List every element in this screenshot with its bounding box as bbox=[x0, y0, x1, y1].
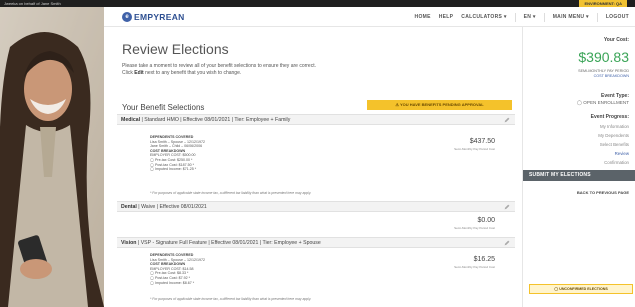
medical-details: | Standard HMO | Effective 08/01/2021 | … bbox=[140, 117, 291, 123]
progress-step-review[interactable]: Review bbox=[615, 151, 629, 156]
page-title: Review Elections bbox=[122, 41, 229, 57]
environment-bar: Jweeka on behalf of Jane Smith ENVIRONME… bbox=[0, 0, 635, 7]
cost-title: COST BREAKDOWN bbox=[150, 262, 186, 267]
hero-photo bbox=[0, 7, 104, 307]
main-content: e EMPYREAN HOME HELP CALCULATORS ▾ EN ▾ … bbox=[104, 7, 635, 307]
vision-body: DEPENDENTS COVERED Lisa Smith – Spouse –… bbox=[117, 249, 515, 307]
cost-period: SEMI-MONTHLY PAY PERIOD bbox=[578, 69, 629, 73]
medical-title: Medical bbox=[121, 117, 141, 123]
dental-price-period: Semi-Monthly Pay Period Cost bbox=[454, 226, 495, 230]
nav-menu: HOME HELP CALCULATORS ▾ EN ▾ MAIN MENU ▾… bbox=[407, 7, 629, 27]
empyrean-logo[interactable]: e EMPYREAN bbox=[122, 12, 185, 22]
nav-main-menu[interactable]: MAIN MENU ▾ bbox=[553, 14, 589, 20]
dental-body: $0.00 Semi-Monthly Pay Period Cost bbox=[117, 213, 515, 235]
medical-header: Medical | Standard HMO | Effective 08/01… bbox=[117, 114, 515, 125]
dependent-row: Lisa Smith – Spouse – 12/12/1972 bbox=[150, 257, 205, 262]
logo-mark-icon: e bbox=[122, 12, 132, 22]
summary-sidebar: Your Cost: $390.83 SEMI-MONTHLY PAY PERI… bbox=[522, 27, 635, 307]
progress-step-my-dependents[interactable]: My Dependents bbox=[598, 133, 629, 138]
nav-logout[interactable]: LOGOUT bbox=[606, 14, 629, 20]
nav-help[interactable]: HELP bbox=[439, 14, 454, 20]
nav-divider bbox=[543, 12, 545, 22]
event-type-value: ◯ OPEN ENROLLMENT bbox=[576, 100, 629, 105]
medical-dependents: DEPENDENTS COVERED Lisa Smith – Spouse –… bbox=[150, 135, 205, 172]
dental-header: Dental | Waive | Effective 08/01/2021 bbox=[117, 201, 515, 212]
your-cost-label: Your Cost: bbox=[603, 37, 629, 43]
logo-text: EMPYREAN bbox=[134, 12, 185, 22]
progress-step-select-benefits[interactable]: Select Benefits bbox=[600, 142, 629, 147]
your-cost-value: $390.83 bbox=[578, 49, 629, 65]
back-to-previous-page-link[interactable]: BACK TO PREVIOUS PAGE bbox=[577, 190, 629, 195]
event-type-label: Event Type: bbox=[601, 93, 629, 99]
nav-language[interactable]: EN ▾ bbox=[524, 14, 536, 20]
dental-title: Dental bbox=[121, 204, 137, 210]
dental-details: | Waive | Effective 08/01/2021 bbox=[136, 204, 207, 210]
vision-details: | VSP - Signature Full Feature | Effecti… bbox=[136, 240, 321, 246]
dental-price: $0.00 bbox=[477, 217, 495, 224]
dependents-title: DEPENDENTS COVERED bbox=[150, 253, 194, 257]
pencil-edit-icon[interactable] bbox=[504, 240, 510, 246]
pencil-edit-icon[interactable] bbox=[504, 204, 510, 210]
submit-elections-button[interactable]: SUBMIT MY ELECTIONS bbox=[523, 170, 635, 181]
pencil-edit-icon[interactable] bbox=[504, 117, 510, 123]
cost-row: ◯ Pre-tax Cost: $8.33 * bbox=[150, 271, 189, 276]
vision-price-period: Semi-Monthly Pay Period Cost bbox=[454, 265, 495, 269]
intro-edit-word: Edit bbox=[134, 69, 144, 76]
medical-price: $437.50 bbox=[469, 138, 495, 145]
intro-pre: Click bbox=[122, 69, 133, 76]
proxy-note: Jweeka on behalf of Jane Smith bbox=[4, 1, 61, 6]
cost-row: EMPLOYER COST: $500.00 bbox=[150, 153, 196, 158]
vision-price: $16.25 bbox=[473, 256, 495, 263]
woman-with-phone-image bbox=[0, 7, 104, 307]
medical-body: DEPENDENTS COVERED Lisa Smith – Spouse –… bbox=[117, 130, 515, 198]
selections-heading: Your Benefit Selections bbox=[122, 103, 205, 112]
event-progress-label: Event Progress: bbox=[590, 114, 629, 120]
environment-badge: ENVIRONMENT: QA bbox=[579, 0, 627, 7]
cost-row: ◯ Imputed Income: $71.25 * bbox=[150, 167, 197, 172]
nav-calculators[interactable]: CALCULATORS ▾ bbox=[461, 14, 506, 20]
medical-footnote: * For purposes of applicable state incom… bbox=[150, 191, 312, 195]
cost-row: ◯ Post-tax Cost: $187.50 * bbox=[150, 162, 194, 167]
unconfirmed-elections-badge: ◯ UNCONFIRMED ELECTIONS bbox=[529, 284, 633, 294]
nav-divider bbox=[514, 12, 516, 22]
nav-home[interactable]: HOME bbox=[415, 14, 431, 20]
intro-line-2: Click Edit next to any benefit that you … bbox=[122, 70, 382, 77]
cost-row: ◯ Imputed Income: $8.67 * bbox=[150, 280, 195, 285]
top-navigation: e EMPYREAN HOME HELP CALCULATORS ▾ EN ▾ … bbox=[104, 7, 635, 27]
medical-price-period: Semi-Monthly Pay Period Cost bbox=[454, 147, 495, 151]
progress-step-my-information[interactable]: My Information bbox=[600, 124, 629, 129]
page-intro: Please take a moment to review all of yo… bbox=[122, 63, 382, 76]
nav-divider bbox=[596, 12, 598, 22]
vision-header: Vision | VSP - Signature Full Feature | … bbox=[117, 237, 515, 248]
dependent-row: Jane Smith – Child – 06/06/2006 bbox=[150, 144, 203, 149]
cost-row: ◯ Pre-tax Cost: $250.00 * bbox=[150, 157, 193, 162]
progress-step-confirmation: Confirmation bbox=[604, 160, 629, 165]
vision-footnote: * For purposes of applicable state incom… bbox=[150, 297, 312, 301]
cost-breakdown-link[interactable]: COST BREAKDOWN bbox=[594, 74, 629, 78]
dependents-title: DEPENDENTS COVERED bbox=[150, 135, 194, 139]
intro-post: next to any benefit that you wish to cha… bbox=[145, 69, 242, 76]
pending-approval-badge: ⚠ YOU HAVE BENEFITS PENDING APPROVAL bbox=[367, 100, 512, 110]
cost-row: ◯ Post-tax Cost: $7.92 * bbox=[150, 275, 190, 280]
dependent-row: Lisa Smith – Spouse – 12/12/1972 bbox=[150, 139, 205, 144]
vision-dependents: DEPENDENTS COVERED Lisa Smith – Spouse –… bbox=[150, 253, 205, 285]
cost-title: COST BREAKDOWN bbox=[150, 148, 186, 153]
vision-title: Vision bbox=[121, 240, 137, 246]
